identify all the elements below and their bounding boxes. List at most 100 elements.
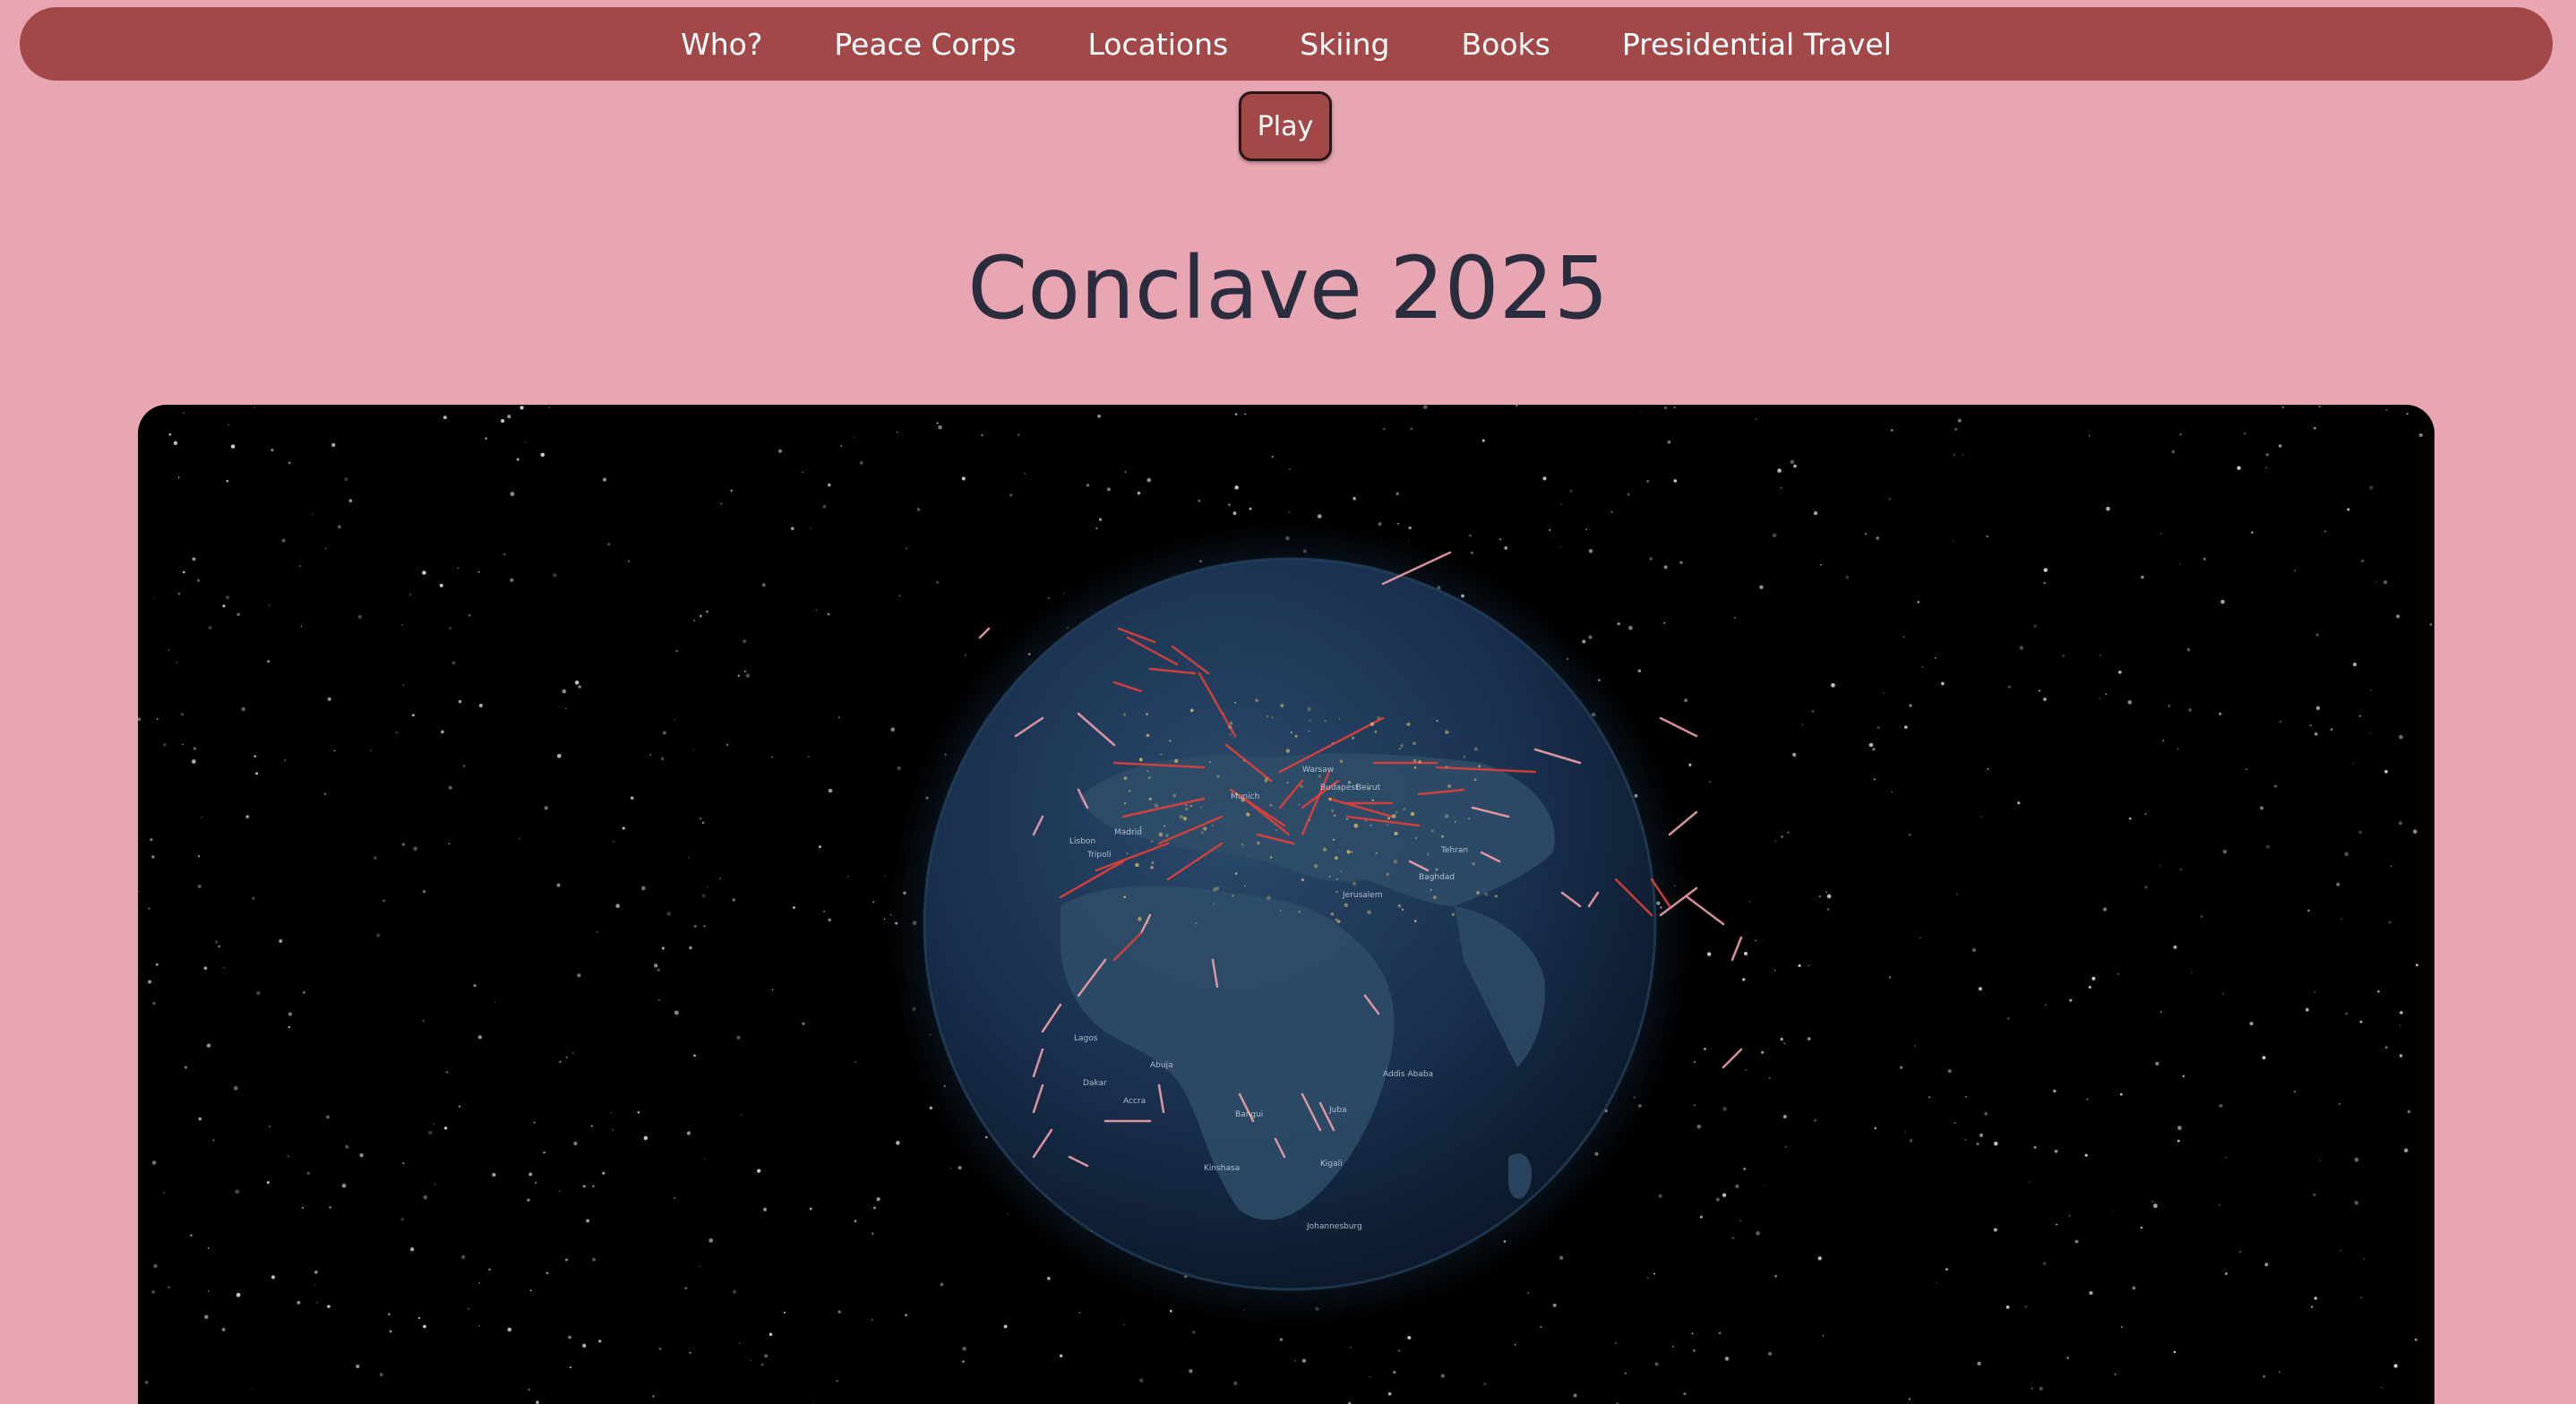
nav-item-peace-corps[interactable]: Peace Corps xyxy=(834,27,1016,62)
star xyxy=(1233,1381,1238,1386)
star xyxy=(2224,1271,2228,1276)
city-light xyxy=(1146,920,1149,925)
star xyxy=(1097,415,1101,418)
city-light xyxy=(1290,731,1292,734)
city-light xyxy=(1338,718,1341,720)
city-light xyxy=(1328,797,1332,801)
star xyxy=(1903,725,1908,729)
star xyxy=(1542,476,1547,481)
star xyxy=(2160,1011,2162,1014)
star xyxy=(222,604,226,608)
city-light xyxy=(1174,758,1179,763)
star xyxy=(802,1022,805,1025)
star xyxy=(2159,864,2161,867)
star xyxy=(1504,546,1508,550)
star xyxy=(230,444,236,449)
star xyxy=(2345,1012,2348,1015)
star xyxy=(412,714,415,717)
star xyxy=(649,753,652,756)
city-light xyxy=(1148,797,1152,801)
star xyxy=(1189,1369,1193,1374)
globe-viewer[interactable]: Jerusalem Baghdad Tehran Addis Ababa Juba Ban… xyxy=(138,405,2434,1404)
star xyxy=(2128,817,2132,820)
star xyxy=(1653,1272,1656,1275)
star xyxy=(1588,549,1593,553)
star xyxy=(1024,472,1026,475)
star xyxy=(252,1389,253,1391)
star xyxy=(1683,1392,1687,1396)
star xyxy=(197,855,201,858)
star xyxy=(2279,720,2282,723)
star xyxy=(1902,636,1905,638)
star xyxy=(1289,468,1291,471)
city-light xyxy=(1286,782,1289,784)
globe-canvas[interactable]: Jerusalem Baghdad Tehran Addis Ababa Juba Ban… xyxy=(138,405,2434,1404)
star xyxy=(1780,487,1782,489)
star xyxy=(1987,768,1989,770)
star xyxy=(693,924,697,929)
star xyxy=(1627,492,1630,496)
star xyxy=(2352,662,2357,667)
star xyxy=(556,753,562,758)
city-light xyxy=(1345,818,1348,820)
star xyxy=(701,894,706,898)
star xyxy=(1540,1326,1542,1329)
star xyxy=(568,1335,571,1340)
star xyxy=(686,1131,691,1135)
star xyxy=(152,1001,156,1006)
nav-item-presidential-travel[interactable]: Presidential Travel xyxy=(1622,27,1892,62)
star xyxy=(1964,1139,1967,1141)
star xyxy=(1755,939,1757,942)
city-light xyxy=(1151,860,1155,865)
nav-item-skiing[interactable]: Skiing xyxy=(1300,27,1389,62)
star xyxy=(302,1206,304,1209)
nav-item-books[interactable]: Books xyxy=(1462,27,1550,62)
star xyxy=(527,1198,530,1202)
star xyxy=(1941,681,1945,686)
star xyxy=(150,838,153,842)
star xyxy=(519,837,520,840)
star xyxy=(2182,1074,2185,1078)
star xyxy=(2399,1054,2403,1057)
star xyxy=(1900,1066,1903,1069)
city-light xyxy=(1269,803,1273,807)
play-button[interactable]: Play xyxy=(1239,91,1332,161)
star xyxy=(1921,665,1924,668)
star xyxy=(1663,565,1668,569)
star xyxy=(1234,413,1238,415)
star xyxy=(2068,1214,2071,1217)
city-light xyxy=(1229,733,1232,736)
star xyxy=(387,1313,391,1316)
star xyxy=(2111,1210,2114,1211)
star xyxy=(197,884,202,888)
star xyxy=(590,1125,593,1127)
star xyxy=(302,990,305,994)
star xyxy=(2388,920,2391,924)
star xyxy=(458,699,462,704)
star xyxy=(1745,1068,1747,1071)
star xyxy=(545,1271,549,1275)
star xyxy=(674,719,675,721)
star xyxy=(940,1282,944,1287)
star xyxy=(2179,868,2183,871)
nav-item-who[interactable]: Who? xyxy=(681,27,762,62)
city-light xyxy=(1267,715,1268,718)
star xyxy=(577,973,581,978)
city-light xyxy=(1264,777,1269,782)
star xyxy=(1673,479,1678,483)
city-light xyxy=(1371,799,1375,802)
star xyxy=(221,1327,226,1331)
star xyxy=(1516,405,1518,407)
city-light xyxy=(1335,918,1338,921)
star xyxy=(764,1354,769,1358)
star xyxy=(528,1172,533,1177)
star xyxy=(327,1305,331,1308)
star xyxy=(2144,813,2147,815)
nav-item-locations[interactable]: Locations xyxy=(1087,27,1228,62)
star xyxy=(1198,500,1201,502)
place-label: Beirut xyxy=(1356,783,1381,792)
star xyxy=(434,1183,437,1186)
star xyxy=(1953,1121,1956,1124)
star xyxy=(2106,506,2110,511)
star xyxy=(266,1181,270,1185)
